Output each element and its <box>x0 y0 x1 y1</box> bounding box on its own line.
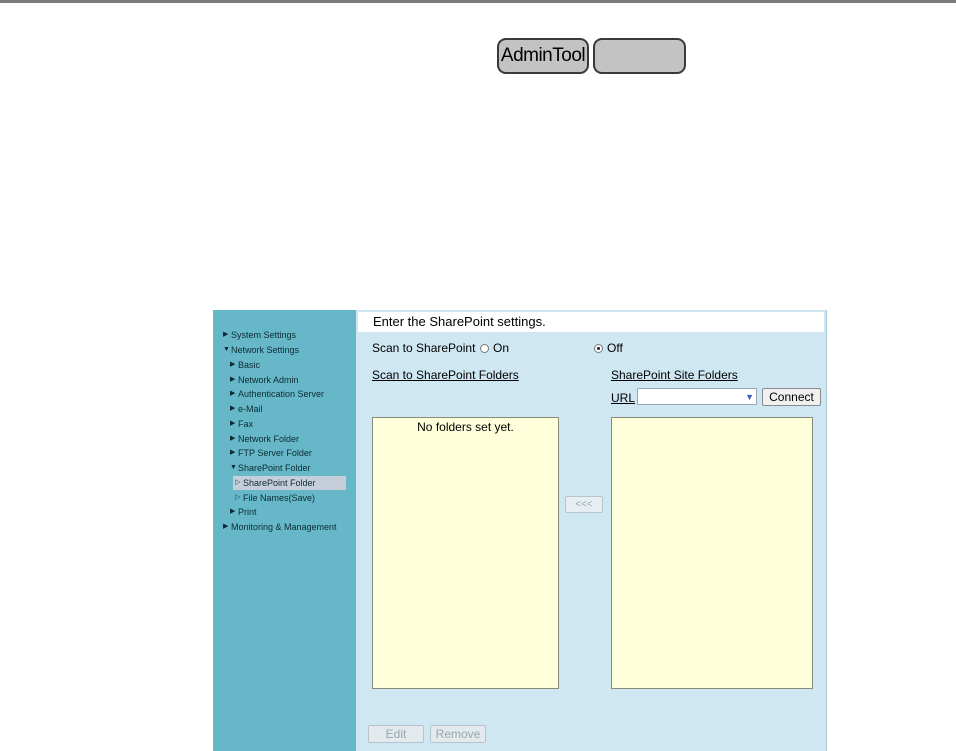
sidebar-item-network-folder[interactable]: ▶ Network Folder <box>228 432 299 446</box>
blank-button[interactable] <box>593 38 686 74</box>
expand-arrow-icon: ▶ <box>230 420 236 427</box>
radio-off-option[interactable]: Off <box>594 341 623 355</box>
connect-button[interactable]: Connect <box>762 388 821 406</box>
sidebar-item-file-names-save[interactable]: ▷ File Names(Save) <box>233 491 315 505</box>
site-folders-list[interactable] <box>611 417 813 689</box>
admintool-button[interactable]: AdminTool <box>497 38 589 74</box>
collapse-arrow-icon: ▼ <box>223 346 230 353</box>
expand-arrow-icon: ▷ <box>235 494 241 501</box>
radio-off-label: Off <box>607 341 623 355</box>
sidebar-item-label: Print <box>238 507 257 517</box>
sidebar-item-label: Authentication Server <box>238 389 325 399</box>
sidebar-item-label: System Settings <box>231 330 297 340</box>
sidebar-item-label: Basic <box>238 360 261 370</box>
sidebar-item-label: FTP Server Folder <box>238 448 312 458</box>
sidebar-item-label: e-Mail <box>238 404 263 414</box>
main-panel: Enter the SharePoint settings. Scan to S… <box>356 310 827 751</box>
top-divider <box>0 0 956 3</box>
scan-folders-list[interactable]: No folders set yet. <box>372 417 559 689</box>
move-left-button[interactable]: <<< <box>565 496 603 513</box>
sidebar-item-label: SharePoint Folder <box>243 478 316 488</box>
radio-on-option[interactable]: On <box>480 341 509 355</box>
scan-to-sharepoint-label: Scan to SharePoint <box>372 341 476 355</box>
expand-arrow-icon: ▶ <box>230 376 236 383</box>
sidebar-item-label: SharePoint Folder <box>238 463 311 473</box>
sidebar-item-label: Network Settings <box>231 345 300 355</box>
sidebar-item-ftp-server-folder[interactable]: ▶ FTP Server Folder <box>228 446 312 460</box>
admintool-label: AdminTool <box>500 45 586 66</box>
site-folders-title: SharePoint Site Folders <box>611 368 738 382</box>
admin-tool-window: ▶ System Settings ▼ Network Settings ▶ B… <box>213 310 827 751</box>
expand-arrow-icon: ▶ <box>223 331 229 338</box>
expand-arrow-icon: ▶ <box>223 523 229 530</box>
radio-button-selected[interactable] <box>594 343 603 353</box>
collapse-arrow-icon: ▼ <box>230 464 237 471</box>
expand-arrow-icon: ▶ <box>230 435 236 442</box>
url-select[interactable]: ▼ <box>637 388 757 405</box>
sidebar-item-email[interactable]: ▶ e-Mail <box>228 402 263 416</box>
scan-folders-title: Scan to SharePoint Folders <box>372 368 519 382</box>
expand-arrow-icon: ▶ <box>230 405 236 412</box>
page-title: Enter the SharePoint settings. <box>358 312 824 332</box>
url-label: URL <box>611 391 636 405</box>
sidebar-item-label: Monitoring & Management <box>231 522 337 532</box>
expand-arrow-icon: ▶ <box>230 390 236 397</box>
expand-arrow-icon: ▶ <box>230 449 236 456</box>
remove-button[interactable]: Remove <box>430 725 486 743</box>
sidebar-item-authentication-server[interactable]: ▶ Authentication Server <box>228 387 324 401</box>
sidebar: ▶ System Settings ▼ Network Settings ▶ B… <box>213 310 356 751</box>
empty-folders-message: No folders set yet. <box>417 420 514 434</box>
chevron-down-icon[interactable]: ▼ <box>745 390 754 404</box>
expand-arrow-icon: ▶ <box>230 508 236 515</box>
sidebar-item-label: File Names(Save) <box>243 493 316 503</box>
sidebar-item-fax[interactable]: ▶ Fax <box>228 417 253 431</box>
sidebar-item-system-settings[interactable]: ▶ System Settings <box>221 328 296 342</box>
sidebar-item-network-admin[interactable]: ▶ Network Admin <box>228 373 299 387</box>
radio-button[interactable] <box>480 343 489 353</box>
radio-on-label: On <box>493 341 510 355</box>
sidebar-item-sharepoint-folder-group[interactable]: ▼ SharePoint Folder <box>228 461 311 475</box>
sidebar-item-label: Fax <box>238 419 254 429</box>
sidebar-item-monitoring-management[interactable]: ▶ Monitoring & Management <box>221 520 337 534</box>
sidebar-item-network-settings[interactable]: ▼ Network Settings <box>221 343 299 357</box>
sidebar-item-label: Network Admin <box>238 375 299 385</box>
expand-arrow-icon: ▷ <box>235 479 241 486</box>
sidebar-item-sharepoint-folder[interactable]: ▷ SharePoint Folder <box>233 476 346 490</box>
expand-arrow-icon: ▶ <box>230 361 236 368</box>
edit-button[interactable]: Edit <box>368 725 424 743</box>
sidebar-item-label: Network Folder <box>238 434 300 444</box>
sidebar-item-print[interactable]: ▶ Print <box>228 505 257 519</box>
sidebar-item-basic[interactable]: ▶ Basic <box>228 358 260 372</box>
